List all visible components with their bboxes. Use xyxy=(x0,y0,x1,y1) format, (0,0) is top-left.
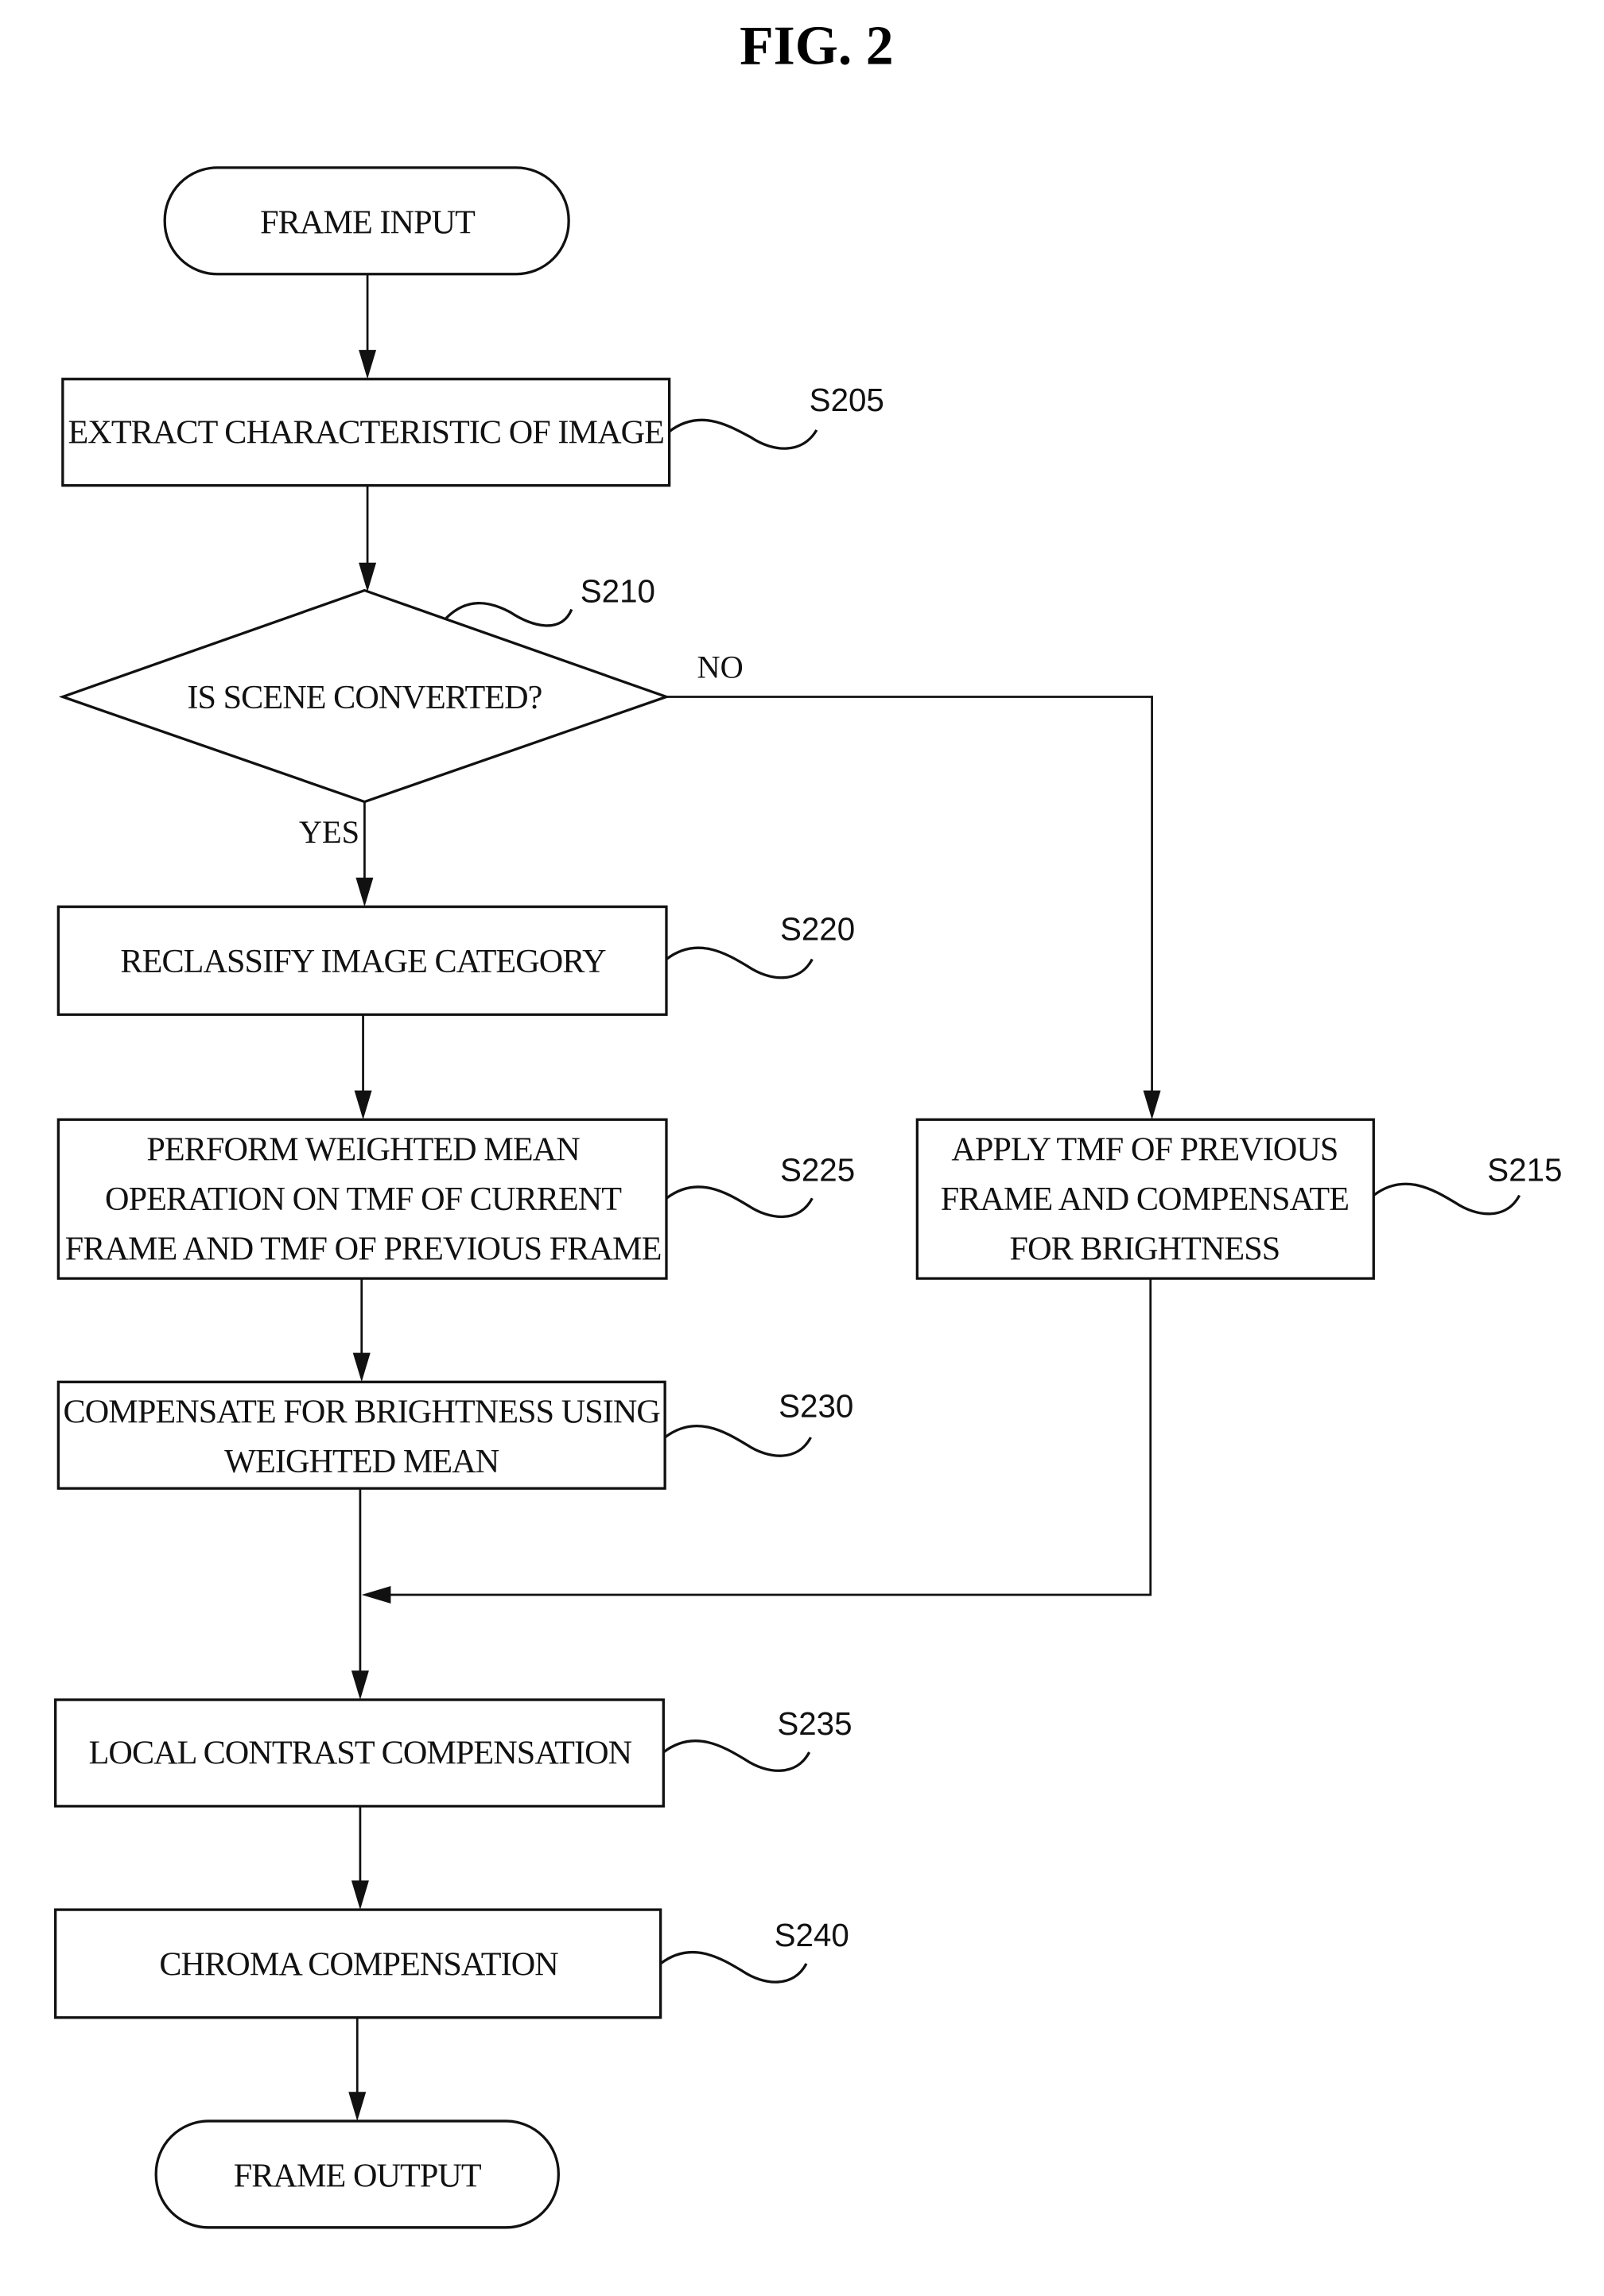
process-label-line-3: FOR BRIGHTNESS xyxy=(1010,1230,1280,1267)
arrowhead-s210 xyxy=(359,562,377,592)
process-label-line-2: WEIGHTED MEAN xyxy=(224,1443,499,1480)
process-label-line-1: COMPENSATE FOR BRIGHTNESS USING xyxy=(64,1394,661,1431)
step-label-s205: S205 xyxy=(810,382,884,418)
terminal-label: FRAME OUTPUT xyxy=(234,2157,482,2194)
step-label-s225: S225 xyxy=(780,1151,855,1188)
step-leader-s240 xyxy=(659,1950,808,1984)
process-label-line-2: FRAME AND COMPENSATE xyxy=(941,1181,1349,1218)
decision-s210: IS SCENE CONVERTED? S210 NO YES xyxy=(58,572,744,850)
process-label: RECLASSIFY IMAGE CATEGORY xyxy=(120,943,606,980)
process-s230: COMPENSATE FOR BRIGHTNESS USING WEIGHTED… xyxy=(56,1380,853,1490)
arrowhead-s215 xyxy=(1143,1090,1161,1120)
step-leader-s205 xyxy=(668,418,818,450)
process-label-line-2: OPERATION ON TMF OF CURRENT xyxy=(105,1181,622,1218)
process-s205: EXTRACT CHARACTERISTIC OF IMAGE S205 xyxy=(61,378,884,487)
process-s225: PERFORM WEIGHTED MEAN OPERATION ON TMF O… xyxy=(56,1118,855,1280)
step-label-s215: S215 xyxy=(1487,1151,1562,1188)
arrowhead-s230 xyxy=(352,1352,371,1383)
arrowhead-s220 xyxy=(355,877,374,907)
branch-yes-label: YES xyxy=(299,814,359,850)
process-label-line-1: PERFORM WEIGHTED MEAN xyxy=(146,1131,580,1169)
step-label-s210: S210 xyxy=(581,572,655,609)
process-label: EXTRACT CHARACTERISTIC OF IMAGE xyxy=(68,413,664,451)
arrowhead-merge xyxy=(361,1586,391,1604)
arrowhead-s235 xyxy=(351,1670,369,1701)
step-leader-s230 xyxy=(664,1425,812,1457)
arrowhead-s240 xyxy=(351,1880,369,1910)
step-label-s240: S240 xyxy=(775,1917,849,1953)
edge-s210-s215 xyxy=(666,696,1153,1115)
step-leader-s235 xyxy=(662,1739,811,1772)
step-leader-s225 xyxy=(665,1185,814,1219)
step-leader-s210 xyxy=(445,602,573,627)
step-label-s230: S230 xyxy=(779,1387,853,1424)
process-label-line-1: APPLY TMF OF PREVIOUS xyxy=(951,1131,1338,1169)
process-s215: APPLY TMF OF PREVIOUS FRAME AND COMPENSA… xyxy=(915,1118,1562,1280)
step-label-s235: S235 xyxy=(777,1705,852,1742)
flowchart-canvas: FIG. 2 FRAME INPUT EXTRACT CHARACTERISTI… xyxy=(54,16,1562,2229)
terminal-frame-input: FRAME INPUT xyxy=(163,166,570,276)
process-label: CHROMA COMPENSATION xyxy=(159,1946,558,1984)
branch-no-label: NO xyxy=(697,650,743,685)
step-leader-s220 xyxy=(665,946,814,979)
arrowhead-s205 xyxy=(359,350,377,379)
process-label-line-3: FRAME AND TMF OF PREVIOUS FRAME xyxy=(65,1230,662,1267)
arrowhead-s225 xyxy=(354,1090,372,1120)
process-s220: RECLASSIFY IMAGE CATEGORY S220 xyxy=(56,905,855,1016)
figure-title: FIG. 2 xyxy=(740,16,893,77)
terminal-label: FRAME INPUT xyxy=(260,204,476,241)
terminal-frame-output: FRAME OUTPUT xyxy=(154,2120,560,2229)
arrowhead-end xyxy=(348,2092,367,2121)
process-s235: LOCAL CONTRAST COMPENSATION S235 xyxy=(54,1698,852,1808)
process-s240: CHROMA COMPENSATION S240 xyxy=(54,1908,849,2019)
decision-label: IS SCENE CONVERTED? xyxy=(187,679,542,716)
process-label: LOCAL CONTRAST COMPENSATION xyxy=(89,1735,632,1772)
step-label-s220: S220 xyxy=(780,911,855,948)
step-leader-s215 xyxy=(1373,1182,1521,1216)
